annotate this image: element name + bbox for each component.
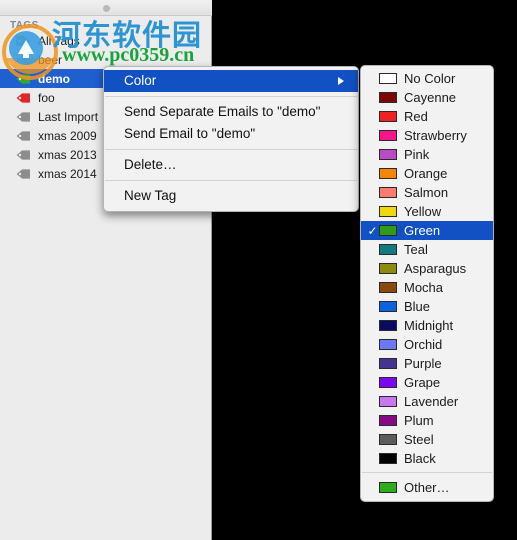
color-menu-item[interactable]: Cayenne (361, 88, 493, 107)
context-menu-item[interactable]: Send Email to "demo" (104, 123, 358, 145)
color-menu-item[interactable]: Orange (361, 164, 493, 183)
color-swatch-icon (379, 434, 397, 445)
color-swatch-icon (379, 149, 397, 160)
color-swatch-icon (379, 187, 397, 198)
color-menu-item-label: Steel (404, 432, 434, 447)
color-menu-item-label: Orchid (404, 337, 443, 352)
color-menu-item[interactable]: Midnight (361, 316, 493, 335)
color-menu-item-label: Plum (404, 413, 434, 428)
tag-label: foo (38, 90, 55, 105)
color-swatch-icon (379, 168, 397, 179)
color-swatch-icon (379, 130, 397, 141)
context-menu-item-label: Delete… (124, 157, 177, 172)
color-swatch-icon (379, 301, 397, 312)
color-swatch-icon (379, 453, 397, 464)
tag-label: xmas 2009 (38, 128, 97, 143)
color-swatch-icon (379, 320, 397, 331)
color-swatch-icon (379, 206, 397, 217)
context-menu-item-label: New Tag (124, 188, 177, 203)
color-menu-item[interactable]: Lavender (361, 392, 493, 411)
menu-separator (105, 149, 357, 150)
context-menu-item-label: Color (124, 73, 157, 88)
color-menu-item[interactable]: Black (361, 449, 493, 468)
tag-label: beer (38, 52, 63, 67)
window-resize-dot[interactable] (103, 5, 110, 12)
menu-separator (362, 472, 492, 473)
color-menu-item-label: Strawberry (404, 128, 467, 143)
color-menu-item[interactable]: ✓ Green (361, 221, 493, 240)
color-menu-item[interactable]: Pink (361, 145, 493, 164)
color-menu-item-label: Grape (404, 375, 441, 390)
context-menu-item[interactable]: Color (104, 70, 358, 92)
color-menu-item-label: Black (404, 451, 436, 466)
menu-separator (105, 96, 357, 97)
color-menu-item-label: Cayenne (404, 90, 457, 105)
color-swatch-icon (379, 282, 397, 293)
color-menu-item[interactable]: Blue (361, 297, 493, 316)
color-menu-item-label: Pink (404, 147, 430, 162)
color-swatch-icon (379, 339, 397, 350)
context-menu-item[interactable]: Delete… (104, 154, 358, 176)
color-menu-item-label: Yellow (404, 204, 442, 219)
color-swatch-icon (379, 244, 397, 255)
tag-row[interactable]: All Tags (0, 31, 211, 50)
color-swatch-icon (379, 482, 397, 493)
color-menu-item[interactable]: Teal (361, 240, 493, 259)
color-menu-item[interactable]: Strawberry (361, 126, 493, 145)
color-menu-item[interactable]: Plum (361, 411, 493, 430)
color-menu-item-label: Asparagus (404, 261, 467, 276)
color-menu-item-label: Midnight (404, 318, 454, 333)
context-menu-item[interactable]: Send Separate Emails to "demo" (104, 101, 358, 123)
tag-context-menu: Color Send Separate Emails to "demo" Send … (103, 66, 359, 212)
color-menu-item-label: Lavender (404, 394, 459, 409)
context-menu-item-label: Send Email to "demo" (124, 126, 256, 141)
tag-label: demo (38, 71, 71, 86)
sidebar-section-header: TAGS (10, 20, 39, 31)
color-menu-item-label: Salmon (404, 185, 449, 200)
color-menu-item[interactable]: Yellow (361, 202, 493, 221)
color-swatch-icon (379, 225, 397, 236)
color-menu-item[interactable]: Salmon (361, 183, 493, 202)
color-swatch-icon (379, 92, 397, 103)
context-menu-item[interactable]: New Tag (104, 185, 358, 207)
tag-label: xmas 2014 (38, 166, 97, 181)
color-menu-item-label: Red (404, 109, 428, 124)
tag-label: xmas 2013 (38, 147, 97, 162)
color-menu-item[interactable]: Mocha (361, 278, 493, 297)
color-swatch-icon (379, 415, 397, 426)
chevron-right-icon (338, 77, 344, 85)
color-menu-item-label: Purple (404, 356, 442, 371)
color-menu-item-label: Blue (404, 299, 431, 314)
color-menu-item[interactable]: Other… (361, 478, 493, 497)
color-menu-item[interactable]: Purple (361, 354, 493, 373)
window-titlebar (0, 0, 212, 16)
color-swatch-icon (379, 111, 397, 122)
checkmark-icon: ✓ (367, 223, 378, 238)
color-menu-item-label: No Color (404, 71, 456, 86)
color-submenu: No Color Cayenne Red Strawberry Pink Orange Sa… (360, 65, 494, 502)
tag-label: All Tags (38, 33, 80, 48)
color-menu-item[interactable]: Red (361, 107, 493, 126)
color-menu-item[interactable]: No Color (361, 69, 493, 88)
color-menu-item-label: Other… (404, 480, 450, 495)
color-menu-item-label: Teal (404, 242, 428, 257)
context-menu-item-label: Send Separate Emails to "demo" (124, 104, 321, 119)
color-menu-item[interactable]: Orchid (361, 335, 493, 354)
color-swatch-icon (379, 358, 397, 369)
color-menu-item[interactable]: Steel (361, 430, 493, 449)
color-swatch-icon (379, 396, 397, 407)
color-menu-item-label: Mocha (404, 280, 444, 295)
color-swatch-icon (379, 73, 397, 84)
color-menu-item-label: Orange (404, 166, 448, 181)
menu-separator (105, 180, 357, 181)
tag-label: Last Import (38, 109, 99, 124)
color-swatch-icon (379, 377, 397, 388)
color-menu-item-label: Green (404, 223, 441, 238)
color-swatch-icon (379, 263, 397, 274)
color-menu-item[interactable]: Asparagus (361, 259, 493, 278)
color-menu-item[interactable]: Grape (361, 373, 493, 392)
